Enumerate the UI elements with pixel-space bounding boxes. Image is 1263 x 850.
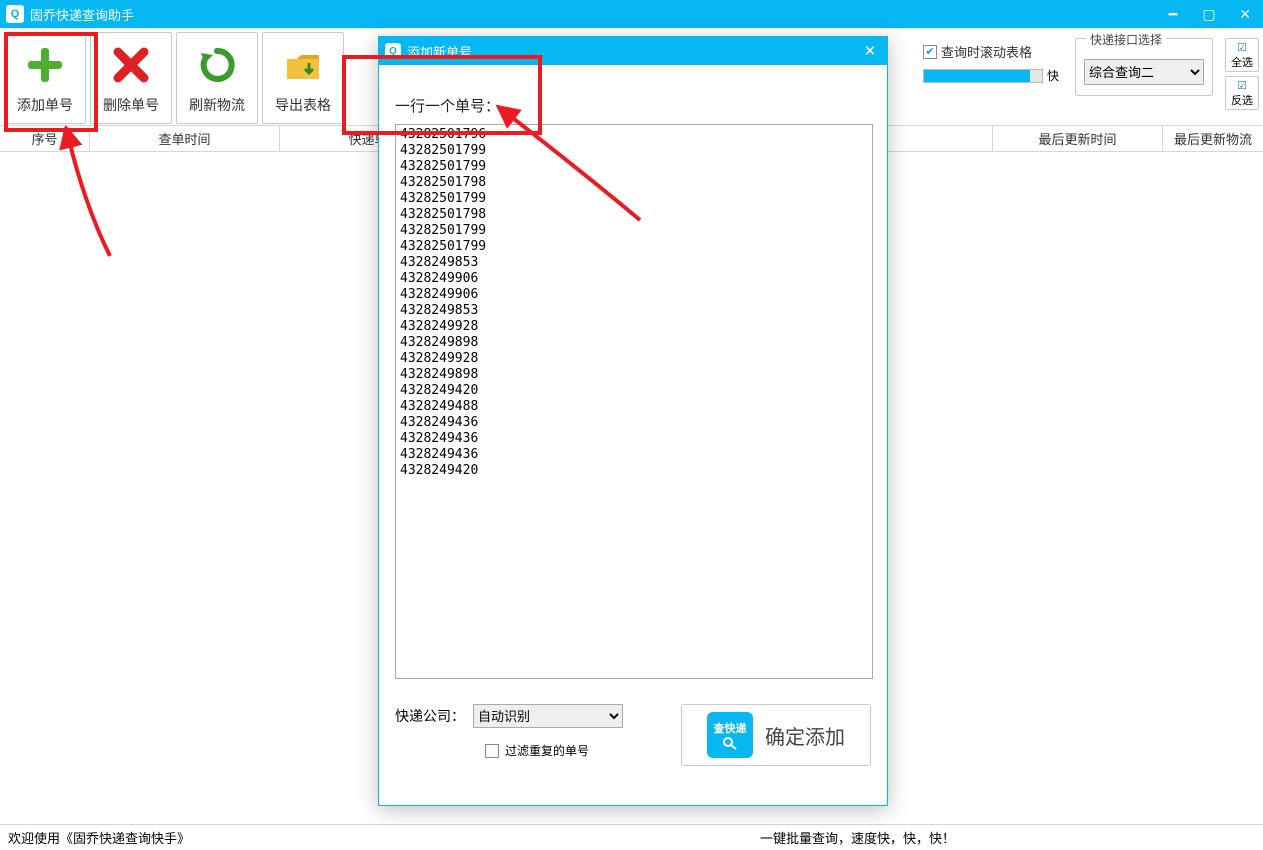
refresh-icon: [193, 41, 241, 89]
select-all-button[interactable]: ☑ 全选: [1225, 38, 1259, 72]
dialog-title: 添加新单号: [407, 42, 853, 61]
minimize-button[interactable]: ━: [1155, 0, 1191, 28]
filter-duplicates-checkbox[interactable]: 过滤重复的单号: [485, 742, 623, 759]
col-query-time[interactable]: 查单时间: [90, 126, 280, 151]
confirm-add-label: 确定添加: [765, 721, 845, 750]
progress-bar: [923, 69, 1043, 83]
dialog-app-icon: Q: [385, 43, 401, 59]
add-tracking-button[interactable]: 添加单号: [4, 32, 86, 124]
col-last-update[interactable]: 最后更新时间: [993, 126, 1163, 151]
export-label: 导出表格: [275, 95, 331, 115]
titlebar: Q 固乔快递查询助手 ━ ▢ ✕: [0, 0, 1263, 28]
status-left: 欢迎使用《固乔快递查询快手》: [8, 828, 190, 847]
right-tools: ✔ 查询时滚动表格 快 快递接口选择 综合查询二 ☑ 全选 ☑ 反选: [923, 32, 1259, 125]
scroll-grid-label: 查询时滚动表格: [941, 42, 1032, 61]
interface-selector-group: 快递接口选择 综合查询二: [1075, 38, 1213, 96]
maximize-button[interactable]: ▢: [1191, 0, 1227, 28]
select-all-label: 全选: [1231, 54, 1253, 70]
col-last-logistics[interactable]: 最后更新物流: [1163, 126, 1263, 151]
filter-duplicates-label: 过滤重复的单号: [505, 742, 589, 759]
col-seq[interactable]: 序号: [0, 126, 90, 151]
refresh-button[interactable]: 刷新物流: [176, 32, 258, 124]
tracking-numbers-textarea[interactable]: [395, 124, 873, 679]
delete-tracking-label: 删除单号: [103, 95, 159, 115]
close-button[interactable]: ✕: [1227, 0, 1263, 28]
speed-label: 快: [1047, 67, 1059, 84]
company-label: 快递公司：: [395, 706, 465, 726]
invert-selection-button[interactable]: ☑ 反选: [1225, 76, 1259, 110]
company-select[interactable]: 自动识别: [473, 704, 623, 728]
scroll-grid-checkbox[interactable]: ✔ 查询时滚动表格: [923, 42, 1059, 61]
confirm-add-button[interactable]: 查快递 确定添加: [681, 704, 871, 766]
app-title: 固乔快递查询助手: [30, 5, 1155, 24]
interface-group-title: 快递接口选择: [1086, 31, 1166, 48]
x-icon: [107, 41, 155, 89]
refresh-label: 刷新物流: [189, 95, 245, 115]
add-tracking-dialog: Q 添加新单号 ✕ 一行一个单号： 快递公司： 自动识别 过滤重复的单号 查快递: [378, 36, 888, 806]
search-express-icon: 查快递: [707, 712, 753, 758]
plus-icon: [21, 41, 69, 89]
delete-tracking-button[interactable]: 删除单号: [90, 32, 172, 124]
dialog-close-button[interactable]: ✕: [853, 37, 887, 65]
statusbar: 欢迎使用《固乔快递查询快手》 一键批量查询，速度快，快，快！: [0, 824, 1263, 850]
app-icon: Q: [6, 5, 24, 23]
status-right: 一键批量查询，速度快，快，快！: [760, 828, 955, 847]
interface-select[interactable]: 综合查询二: [1084, 59, 1204, 85]
invert-selection-label: 反选: [1231, 92, 1253, 108]
export-button[interactable]: 导出表格: [262, 32, 344, 124]
folder-export-icon: [279, 41, 327, 89]
dialog-instruction: 一行一个单号：: [395, 95, 871, 116]
dialog-titlebar: Q 添加新单号 ✕: [379, 37, 887, 65]
add-tracking-label: 添加单号: [17, 95, 73, 115]
